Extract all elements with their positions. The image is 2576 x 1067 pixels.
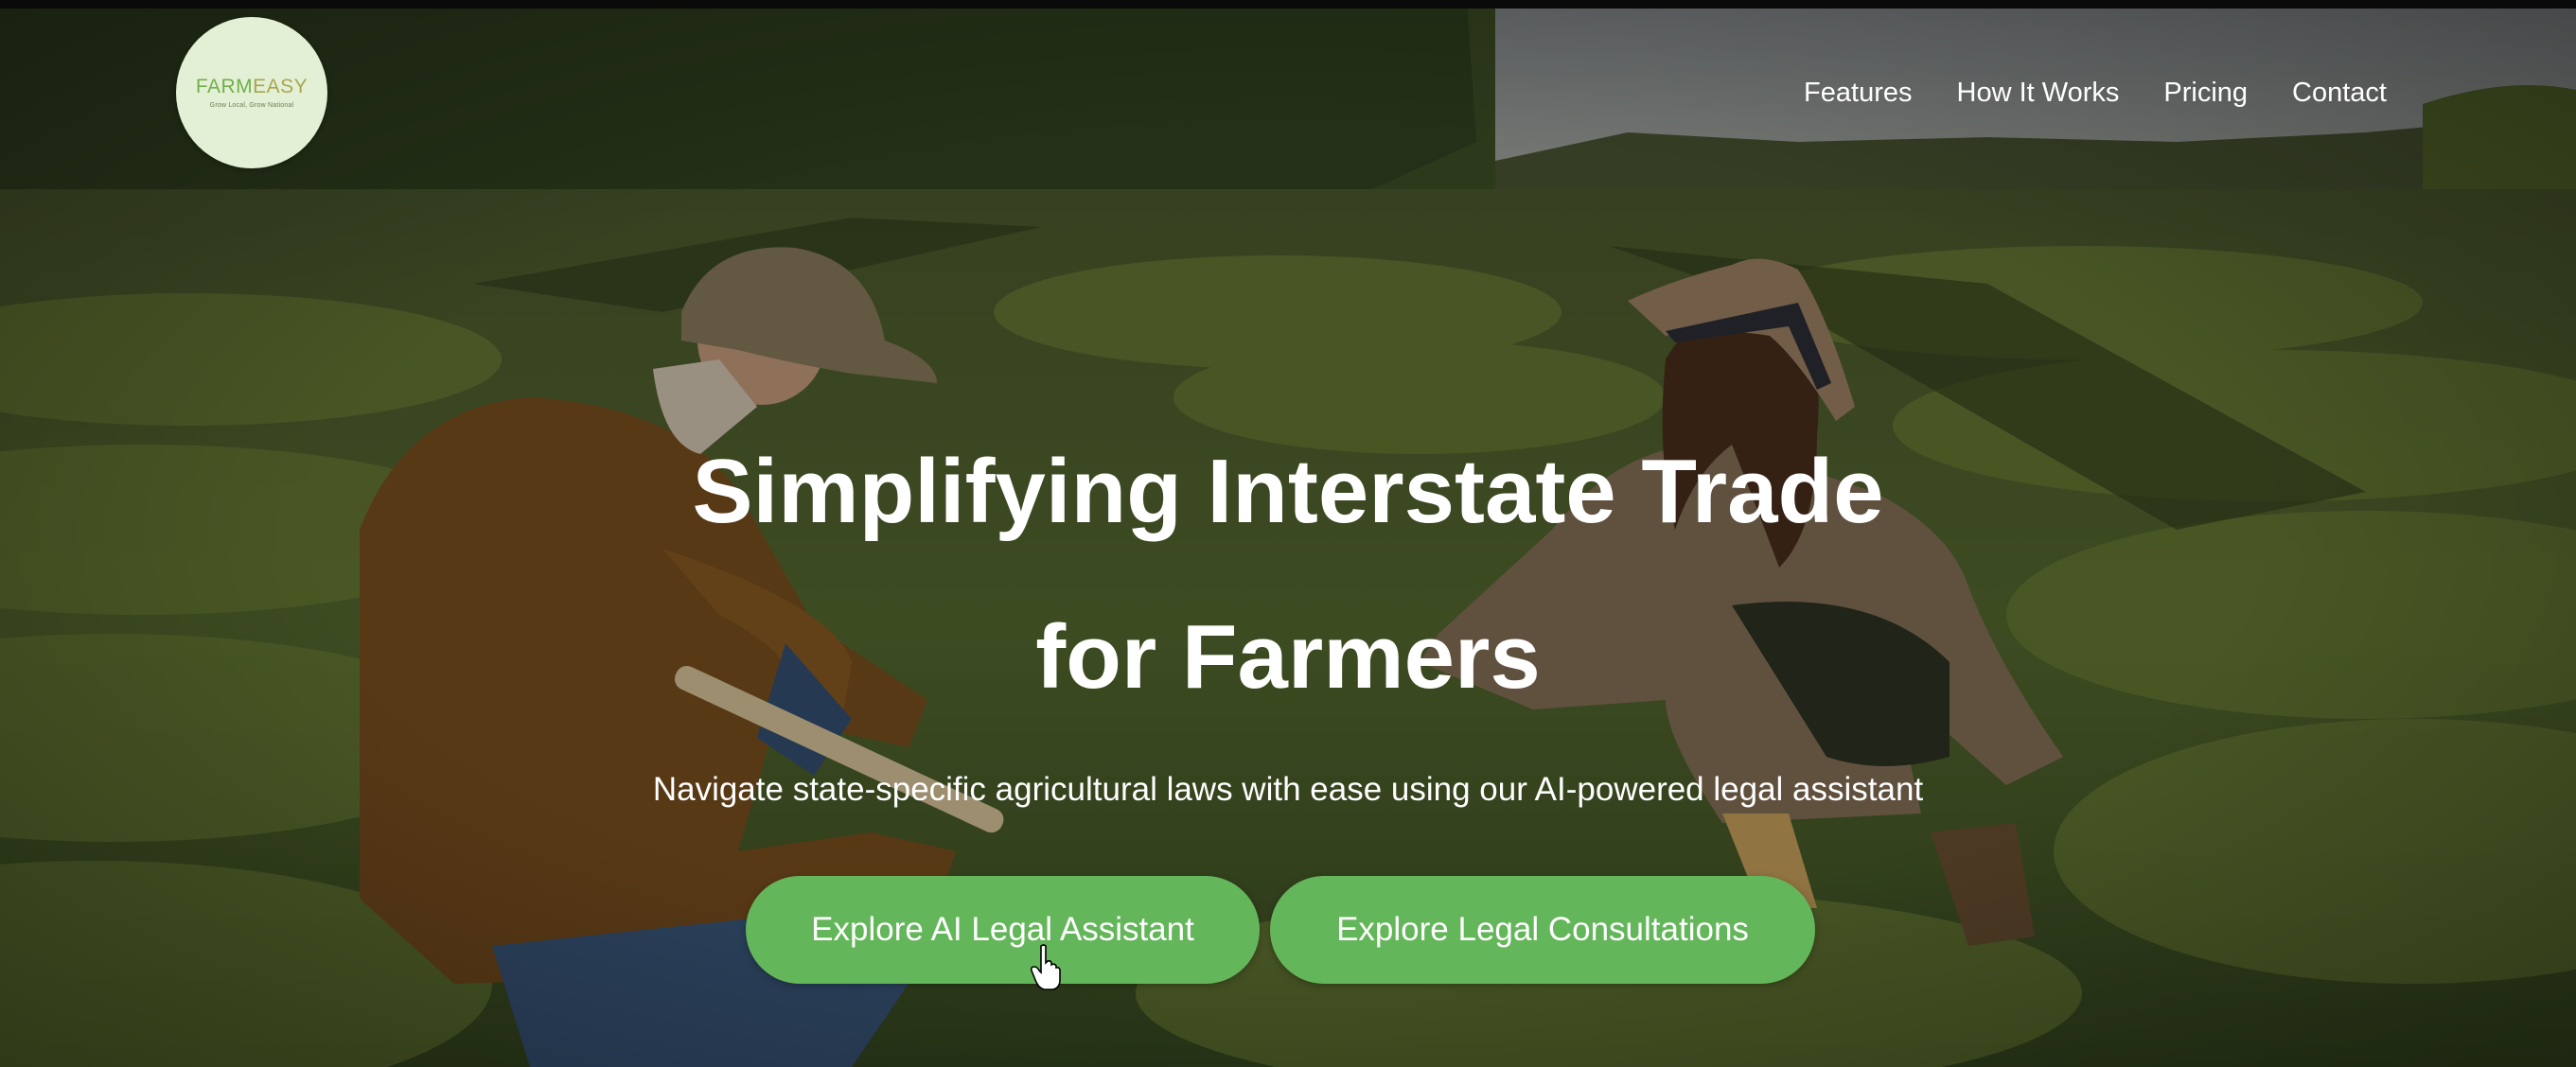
- nav-link-features[interactable]: Features: [1804, 78, 1912, 109]
- logo-farm-text: FARM: [195, 76, 254, 97]
- nav-link-contact[interactable]: Contact: [2292, 78, 2387, 109]
- explore-ai-legal-assistant-button[interactable]: Explore AI Legal Assistant: [746, 876, 1260, 984]
- nav-link-how-it-works[interactable]: How It Works: [1957, 78, 2120, 109]
- hero-headline-line-1: Simplifying Interstate Trade: [692, 441, 1884, 542]
- explore-legal-consultations-button[interactable]: Explore Legal Consultations: [1270, 876, 1815, 984]
- top-edge-bar: [0, 0, 2576, 9]
- hero-subtitle: Navigate state-specific agricultural law…: [652, 771, 1924, 808]
- logo[interactable]: FARMEASY Grow Local, Grow National: [176, 17, 327, 168]
- hero-section: FARMEASY Grow Local, Grow National Featu…: [0, 0, 2576, 1067]
- nav-link-pricing[interactable]: Pricing: [2163, 78, 2248, 109]
- logo-easy-text: EASY: [253, 76, 309, 97]
- main-nav: Features How It Works Pricing Contact: [1804, 78, 2387, 109]
- hero-headline-line-2: for Farmers: [1035, 606, 1541, 708]
- logo-tagline: Grow Local, Grow National: [209, 102, 294, 109]
- logo-wordmark: FARMEASY: [196, 77, 308, 96]
